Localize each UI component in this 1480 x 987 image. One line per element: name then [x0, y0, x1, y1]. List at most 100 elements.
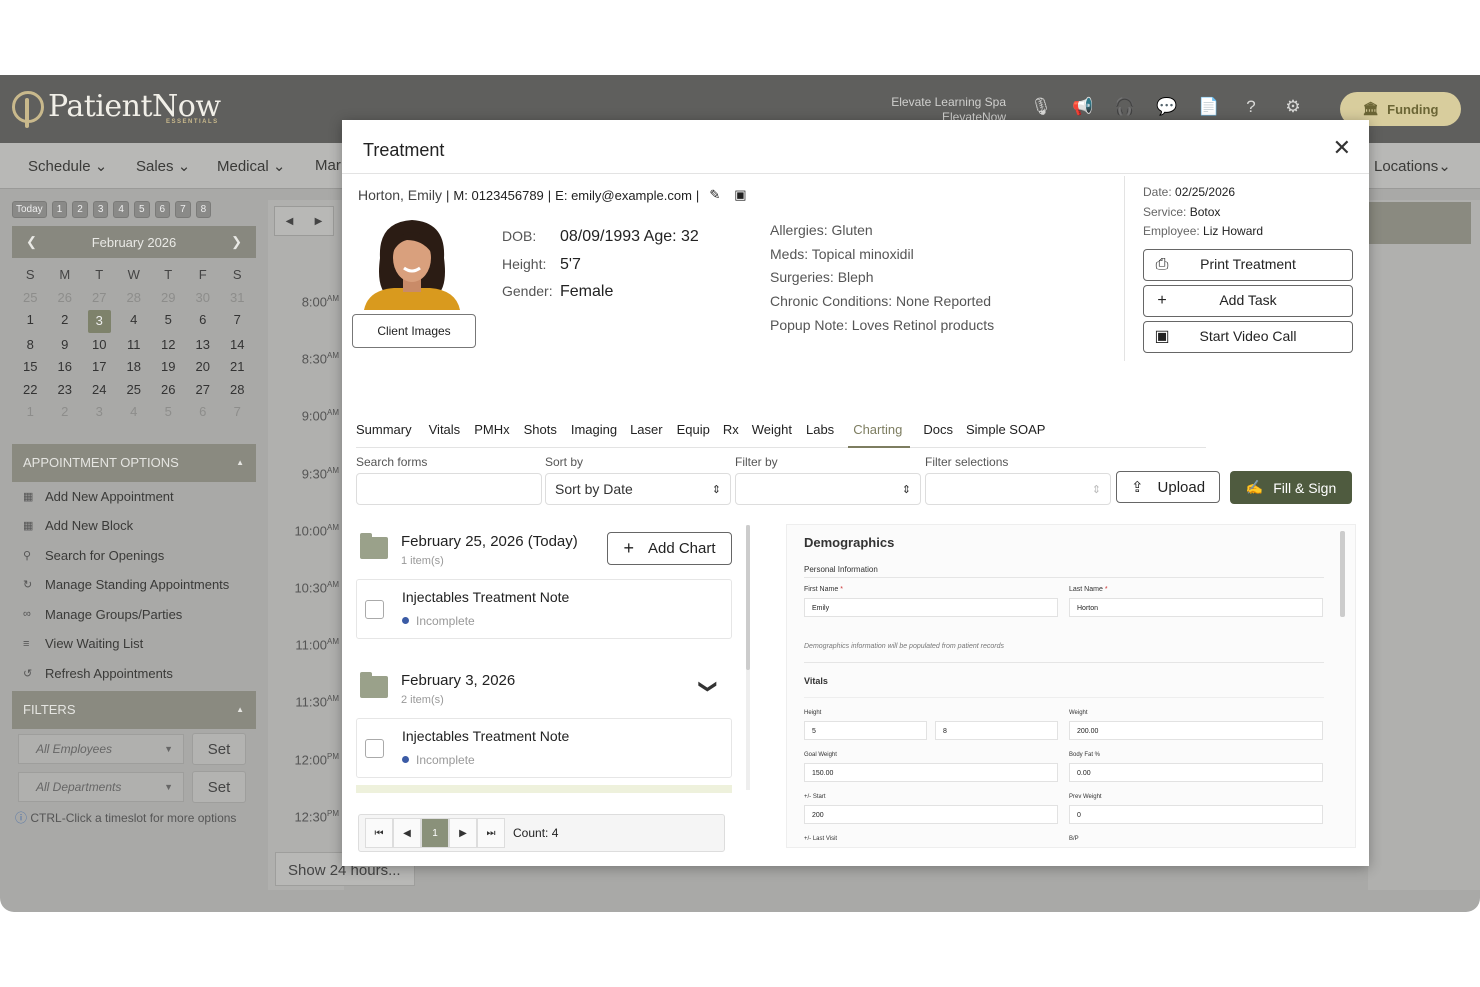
tab-shots[interactable]: Shots	[524, 418, 557, 448]
employees-select[interactable]: All Employees ▼	[18, 734, 184, 764]
day-button[interactable]: 8	[195, 201, 212, 218]
calendar-day[interactable]: 15	[13, 356, 48, 379]
current-page[interactable]: 1	[421, 818, 449, 848]
calendar-day[interactable]: 3	[88, 310, 111, 333]
calendar-day[interactable]: 20	[186, 356, 221, 379]
chart-group[interactable]: February 25, 2026 (Today) 1 item(s) + Add…	[356, 525, 736, 571]
chart-note[interactable]: Injectables Treatment Note Incomplete	[356, 579, 732, 639]
calendar-day[interactable]: 18	[117, 356, 152, 379]
calendar-day[interactable]: 27	[186, 379, 221, 402]
tab-imaging[interactable]: Imaging	[571, 418, 617, 448]
calendar-day[interactable]: 13	[186, 334, 221, 357]
search-forms-input[interactable]	[356, 473, 542, 505]
chart-list-scrollbar[interactable]	[746, 525, 750, 790]
calendar-day[interactable]: 21	[220, 356, 255, 379]
calendar-day[interactable]: 28	[220, 379, 255, 402]
tab-summary[interactable]: Summary	[356, 418, 412, 448]
set-employees-button[interactable]: Set	[192, 733, 246, 765]
calendar-day[interactable]: 3	[82, 401, 117, 424]
help-icon[interactable]: ?	[1240, 97, 1262, 117]
prev-weight-field[interactable]: 0	[1069, 805, 1323, 824]
tab-laser[interactable]: Laser	[630, 418, 663, 448]
tab-labs[interactable]: Labs	[806, 418, 834, 448]
megaphone-icon[interactable]: 📢	[1072, 97, 1094, 117]
calendar-day[interactable]: 6	[186, 309, 221, 332]
filter-selections-select[interactable]: ⇕	[925, 473, 1111, 505]
start-field[interactable]: 200	[804, 805, 1058, 824]
calendar-day[interactable]: 2	[48, 309, 83, 332]
first-page-icon[interactable]: ⏮	[365, 818, 393, 848]
tab-simple-soap[interactable]: Simple SOAP	[966, 418, 1045, 448]
add-task-button[interactable]: + Add Task	[1143, 284, 1353, 317]
calendar-day[interactable]: 1	[13, 401, 48, 424]
calendar-day[interactable]: 5	[151, 309, 186, 332]
nav-marketing[interactable]: Mar	[315, 157, 341, 174]
calendar-day[interactable]: 16	[48, 356, 83, 379]
calendar-day[interactable]: 1	[13, 309, 48, 332]
calendar-day[interactable]: 17	[82, 356, 117, 379]
calendar-day[interactable]: 2	[48, 401, 83, 424]
mic-icon[interactable]: 🎙	[1030, 97, 1052, 117]
calendar-day[interactable]: 11	[117, 334, 152, 357]
tab-pmhx[interactable]: PMHx	[474, 418, 509, 448]
calendar-day[interactable]: 26	[151, 379, 186, 402]
calendar-day[interactable]: 30	[186, 287, 221, 310]
client-images-button[interactable]: Client Images	[352, 314, 476, 348]
calendar-day[interactable]: 7	[220, 309, 255, 332]
calendar-day[interactable]: 24	[82, 379, 117, 402]
calendar-day[interactable]: 12	[151, 334, 186, 357]
day-button[interactable]: 1	[51, 201, 68, 218]
note-checkbox[interactable]	[365, 600, 384, 619]
tab-docs[interactable]: Docs	[923, 418, 953, 448]
collapse-icon[interactable]: ▲	[236, 444, 244, 482]
tab-rx[interactable]: Rx	[723, 418, 739, 448]
next-page-icon[interactable]: ▶	[449, 818, 477, 848]
search-openings-link[interactable]: ⚲ Search for Openings	[12, 541, 256, 571]
add-chart-button[interactable]: + Add Chart	[607, 532, 732, 565]
preview-scrollbar[interactable]	[1340, 531, 1345, 617]
start-video-call-button[interactable]: ▣ Start Video Call	[1143, 320, 1353, 353]
calendar-day[interactable]: 28	[117, 287, 152, 310]
fill-sign-button[interactable]: ✍ Fill & Sign	[1230, 471, 1352, 504]
nav-sales[interactable]: Sales ⌄	[136, 157, 190, 175]
prev-page-icon[interactable]: ◀	[393, 818, 421, 848]
day-button[interactable]: 6	[154, 201, 171, 218]
chat-icon[interactable]: 💬	[1156, 97, 1178, 117]
waiting-list-link[interactable]: ≡ View Waiting List	[12, 629, 256, 659]
tab-equip[interactable]: Equip	[677, 418, 710, 448]
calendar-day[interactable]: 4	[117, 309, 152, 332]
first-name-field[interactable]: Emily	[804, 598, 1058, 617]
last-page-icon[interactable]: ⏭	[477, 818, 505, 848]
calendar-day[interactable]: 22	[13, 379, 48, 402]
weight-field[interactable]: 200.00	[1069, 721, 1323, 740]
departments-select[interactable]: All Departments ▼	[18, 772, 184, 802]
appointment-options-header[interactable]: APPOINTMENT OPTIONS ▲	[12, 443, 256, 482]
calendar-day[interactable]: 5	[151, 401, 186, 424]
nav-schedule[interactable]: Schedule ⌄	[28, 157, 107, 175]
body-fat-field[interactable]: 0.00	[1069, 763, 1323, 782]
add-appointment-link[interactable]: ▦ Add New Appointment	[12, 482, 256, 512]
calendar-day[interactable]: 26	[48, 287, 83, 310]
day-button[interactable]: 2	[72, 201, 88, 218]
tab-weight[interactable]: Weight	[752, 418, 792, 448]
print-treatment-button[interactable]: ⎙ Print Treatment	[1143, 248, 1353, 281]
gear-icon[interactable]: ⚙	[1282, 97, 1304, 117]
today-button[interactable]: Today	[12, 201, 47, 218]
height-in-field[interactable]: 8	[935, 721, 1058, 740]
day-button[interactable]: 7	[175, 201, 191, 218]
calendar-day[interactable]: 25	[117, 379, 152, 402]
document-icon[interactable]: 📄	[1198, 97, 1220, 117]
calendar-day[interactable]: 9	[48, 334, 83, 357]
calendar-day[interactable]: 4	[117, 401, 152, 424]
prev-month-icon[interactable]: ❮	[26, 234, 37, 250]
calendar-day[interactable]: 10	[82, 334, 117, 357]
standing-appointments-link[interactable]: ↻ Manage Standing Appointments	[12, 570, 256, 600]
close-icon[interactable]: ✕	[1333, 135, 1351, 161]
calendar-day[interactable]: 8	[13, 334, 48, 357]
day-button[interactable]: 3	[92, 201, 109, 218]
calendar-day[interactable]: 7	[220, 401, 255, 424]
calendar-day[interactable]: 14	[220, 334, 255, 357]
calendar-day[interactable]: 6	[186, 401, 221, 424]
calendar-day[interactable]: 19	[151, 356, 186, 379]
filter-by-select[interactable]: ⇕	[735, 473, 921, 505]
